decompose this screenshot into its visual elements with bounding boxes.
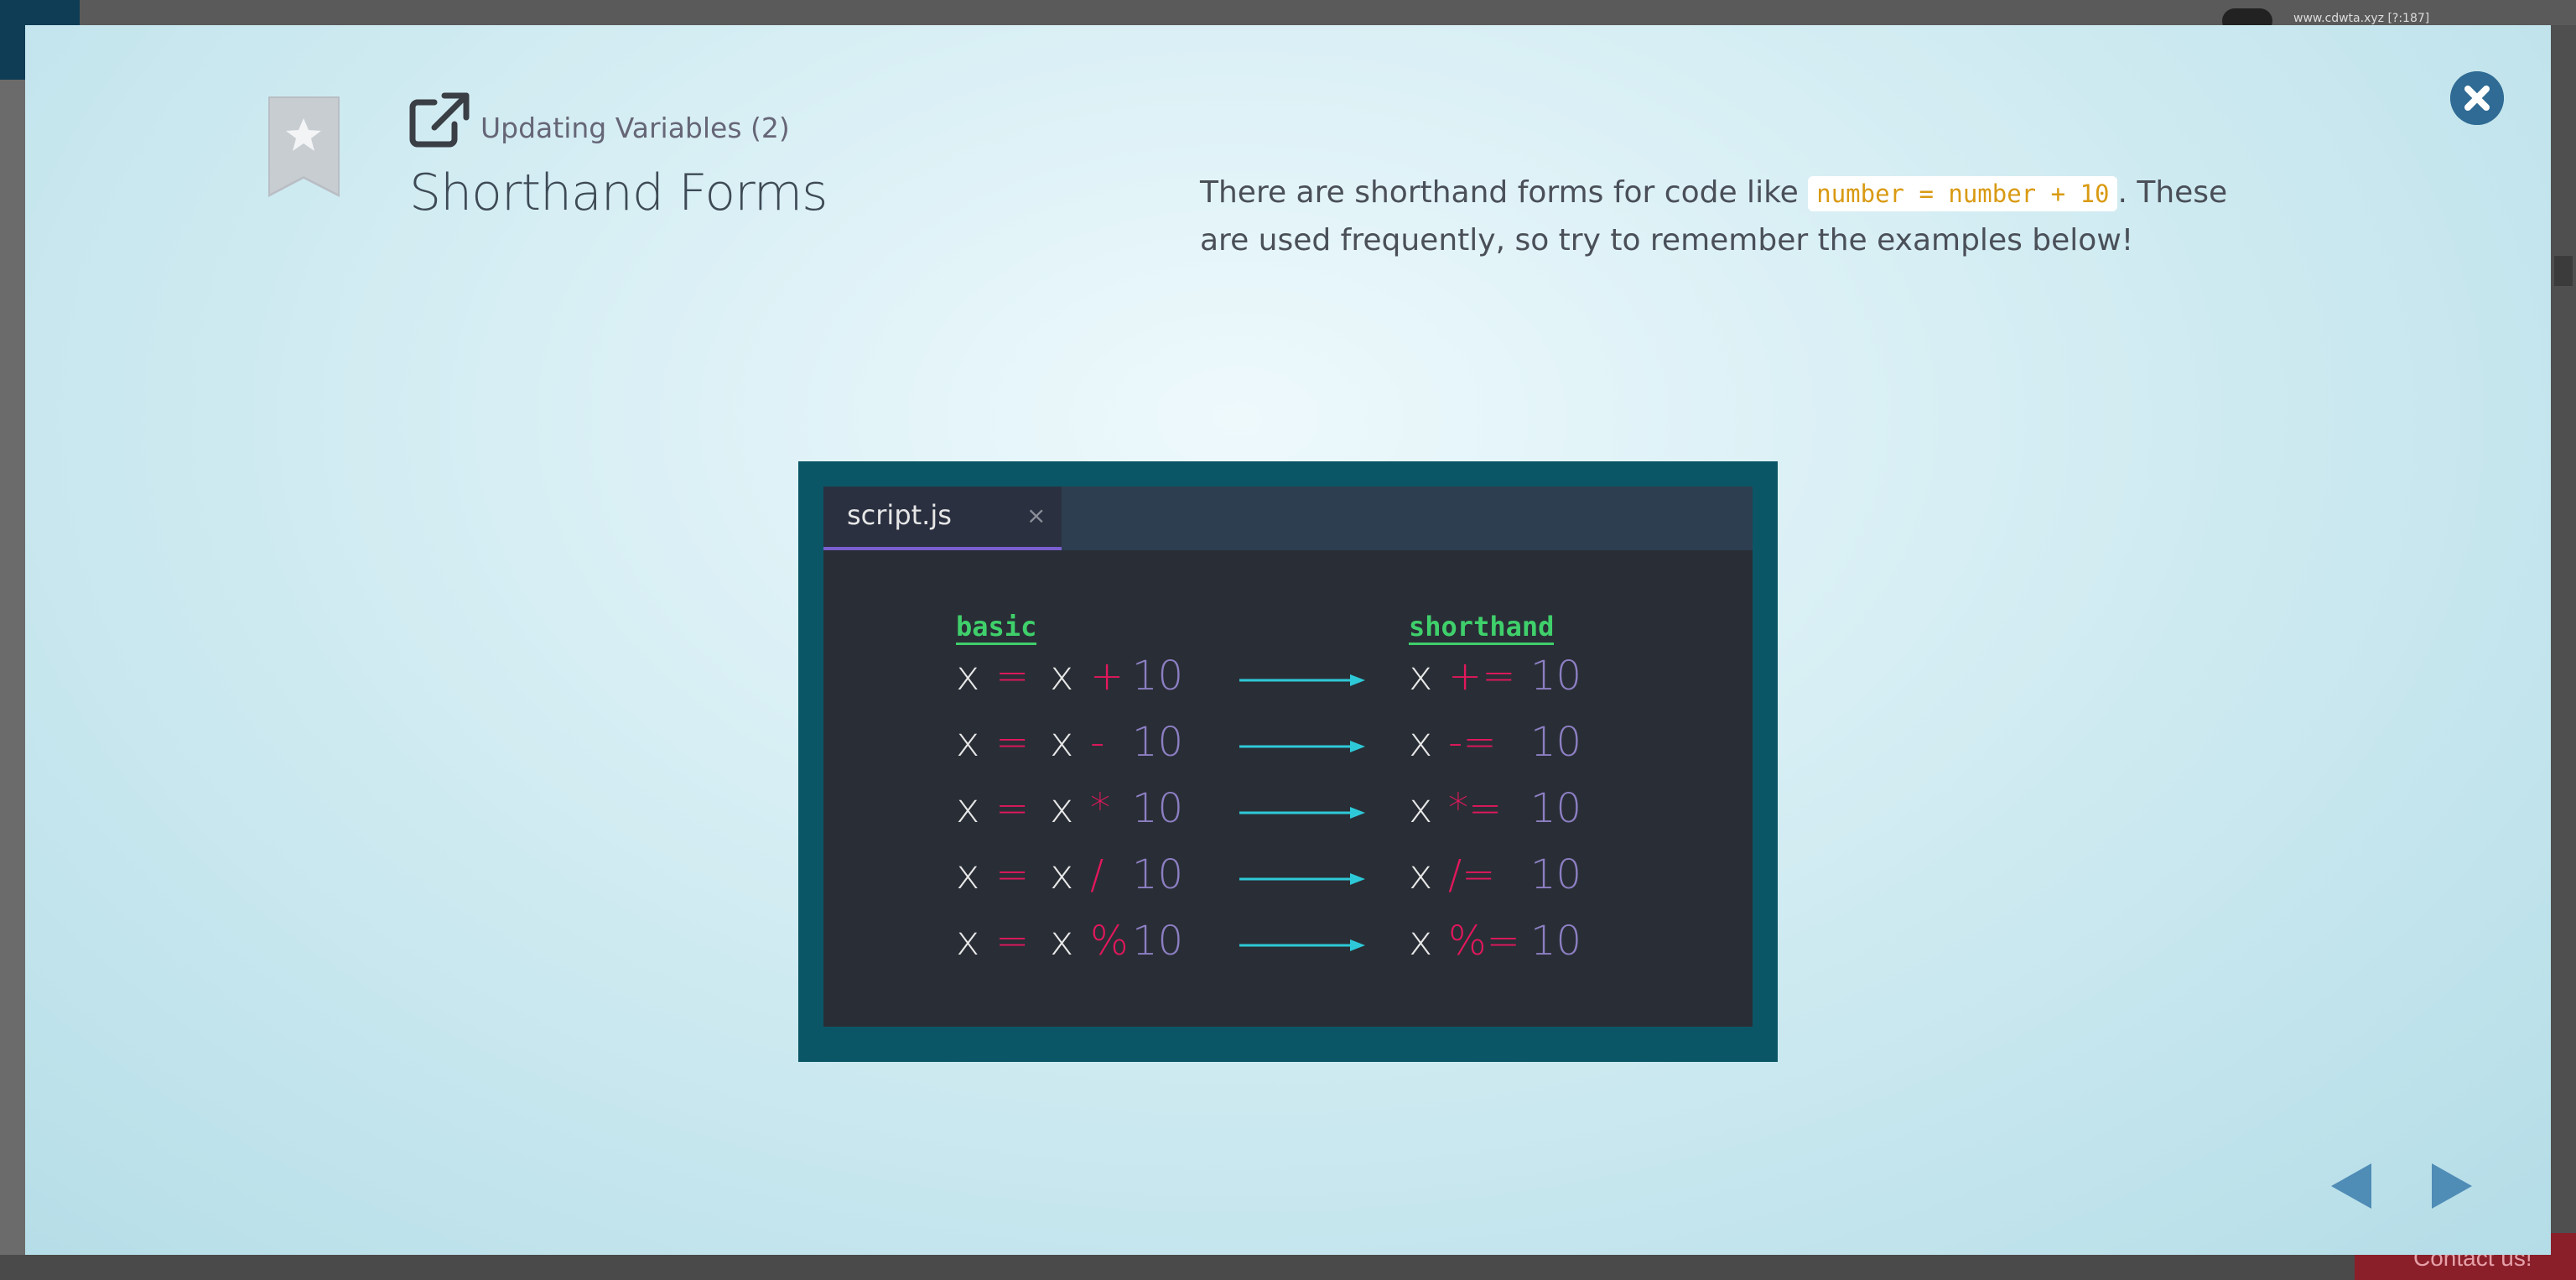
basic-number: 10	[1132, 719, 1184, 766]
arrow-icon	[1239, 674, 1365, 686]
page-title: Shorthand Forms	[409, 164, 828, 222]
basic-operator: *	[1090, 785, 1110, 832]
editor-tab-bar: script.js ×	[823, 487, 1753, 550]
tab-label: script.js	[847, 499, 952, 531]
basic-equals: =	[995, 785, 1030, 832]
basic-number: 10	[1132, 851, 1184, 898]
arrow-icon	[1239, 873, 1365, 885]
basic-var: x	[956, 851, 980, 898]
bookmark-star-icon[interactable]	[268, 96, 340, 197]
basic-var2: x	[1050, 785, 1074, 832]
shorthand-number: 10	[1530, 719, 1582, 766]
shorthand-var: x	[1409, 653, 1433, 700]
basic-var: x	[956, 653, 980, 700]
basic-equals: =	[995, 653, 1030, 700]
basic-operator: +	[1090, 653, 1124, 700]
next-arrow-icon[interactable]	[2430, 1162, 2474, 1210]
lesson-description: There are shorthand forms for code like …	[1200, 169, 2282, 264]
basic-var: x	[956, 719, 980, 766]
inline-code: number = number + 10	[1808, 176, 2118, 211]
shorthand-operator: -=	[1448, 719, 1497, 766]
shorthand-operator: *=	[1448, 785, 1503, 832]
scrollbar-thumb[interactable]	[2554, 256, 2573, 286]
shorthand-number: 10	[1530, 785, 1582, 832]
arrow-icon	[1239, 741, 1365, 752]
shorthand-var: x	[1409, 785, 1433, 832]
shorthand-var: x	[1409, 918, 1433, 965]
lesson-modal: Updating Variables (2) Shorthand Forms T…	[25, 25, 2551, 1255]
basic-number: 10	[1132, 653, 1184, 700]
shorthand-var: x	[1409, 851, 1433, 898]
shorthand-number: 10	[1530, 653, 1582, 700]
basic-var: x	[956, 785, 980, 832]
tab-close-icon: ×	[1026, 502, 1046, 529]
shorthand-operator: +=	[1448, 653, 1516, 700]
previous-arrow-icon[interactable]	[2329, 1162, 2373, 1210]
basic-var2: x	[1050, 851, 1074, 898]
shorthand-var: x	[1409, 719, 1433, 766]
header-basic: basic	[956, 611, 1037, 645]
header-shorthand: shorthand	[1409, 611, 1555, 645]
code-editor: script.js × basic shorthand x = x +10 x += 10 x…	[823, 487, 1753, 1027]
shorthand-number: 10	[1530, 918, 1582, 965]
external-link-icon[interactable]	[409, 92, 470, 148]
close-button[interactable]	[2450, 71, 2504, 125]
description-text: There are shorthand forms for code like	[1200, 175, 1809, 210]
arrow-icon	[1239, 807, 1365, 819]
arrow-icon	[1239, 939, 1365, 951]
shorthand-operator: /=	[1448, 851, 1496, 898]
basic-operator: -	[1090, 719, 1105, 766]
background-top-bar	[0, 0, 2576, 25]
background-scrollbar[interactable]	[2551, 25, 2576, 1250]
basic-equals: =	[995, 918, 1030, 965]
background-url-text: www.cdwta.xyz [?:187]	[2293, 12, 2430, 25]
basic-var2: x	[1050, 719, 1074, 766]
shorthand-number: 10	[1530, 851, 1582, 898]
basic-number: 10	[1132, 918, 1184, 965]
basic-operator: /	[1090, 851, 1104, 898]
basic-var2: x	[1050, 653, 1074, 700]
basic-number: 10	[1132, 785, 1184, 832]
editor-tab: script.js ×	[823, 487, 1062, 550]
shorthand-operator: %=	[1448, 918, 1520, 965]
code-illustration: script.js × basic shorthand x = x +10 x += 10 x…	[798, 461, 1778, 1062]
background-bottom-bar	[0, 1255, 2576, 1280]
basic-var2: x	[1050, 918, 1074, 965]
lesson-subtitle: Updating Variables (2)	[480, 112, 790, 144]
basic-equals: =	[995, 719, 1030, 766]
basic-equals: =	[995, 851, 1030, 898]
basic-var: x	[956, 918, 980, 965]
basic-operator: %	[1090, 918, 1129, 965]
